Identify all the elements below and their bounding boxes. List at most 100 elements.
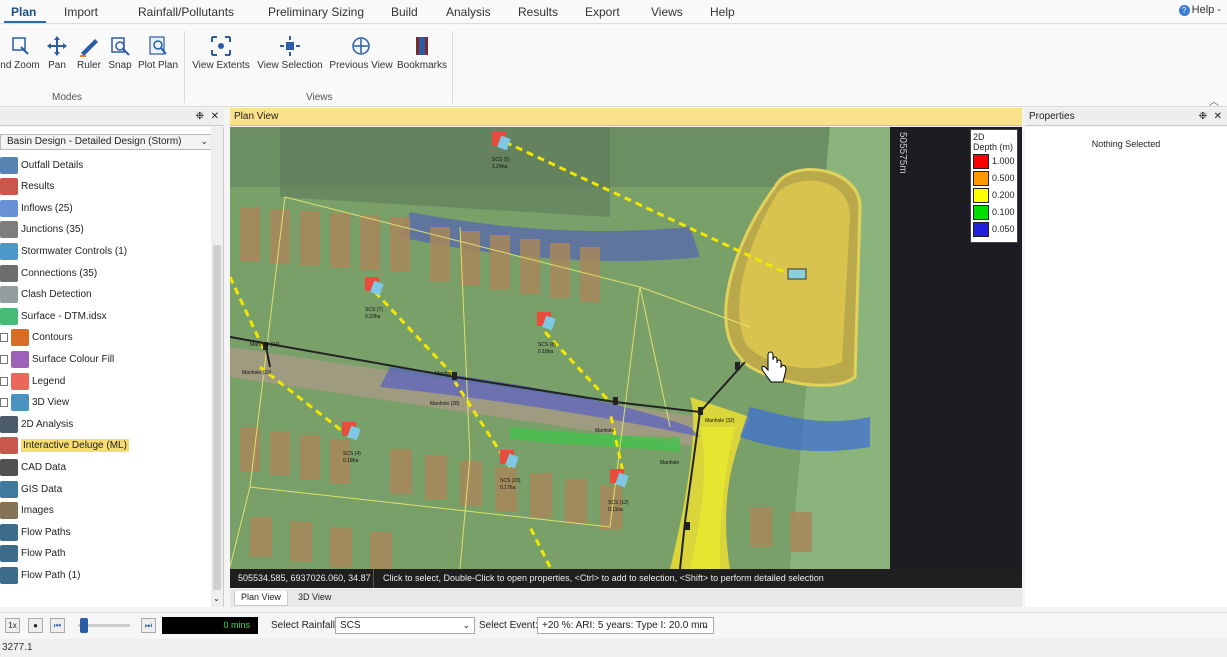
snap-button[interactable]: Snap xyxy=(108,35,132,71)
inflow-icon xyxy=(0,199,18,217)
tree-item[interactable]: Interactive Deluge (ML) xyxy=(0,436,129,456)
scs23-area: 0.17ha xyxy=(500,485,516,491)
rainfall-select[interactable]: SCS ⌄ xyxy=(335,617,475,634)
tree-item[interactable]: Surface - DTM.idsx xyxy=(0,306,107,326)
tree-item-label: Surface Colour Fill xyxy=(32,353,115,365)
view-selection-button[interactable]: View Selection xyxy=(256,35,324,71)
tree-panel-header: ❉ ✕ xyxy=(0,108,224,126)
menu-export[interactable]: Export xyxy=(585,5,620,19)
tab-plan-view[interactable]: Plan View xyxy=(234,591,288,606)
previous-view-icon xyxy=(352,37,370,55)
stormwater-icon xyxy=(0,242,18,260)
scroll-down-icon[interactable]: ⌄ xyxy=(213,594,220,603)
plot-plan-button[interactable]: Plot Plan xyxy=(138,35,178,71)
pin-icon[interactable]: ❉ xyxy=(1199,111,1207,122)
menu-import[interactable]: Import xyxy=(64,5,98,19)
tree-item-label: Surface - DTM.idsx xyxy=(21,310,107,322)
surface-icon xyxy=(0,307,18,325)
tree-item[interactable]: Inflows (25) xyxy=(0,198,73,218)
previous-view-button[interactable]: Previous View xyxy=(329,35,393,71)
bookmarks-label: Bookmarks xyxy=(397,60,448,71)
design-dropdown[interactable]: Basin Design - Detailed Design (Storm) ⌄ xyxy=(0,134,213,150)
mh-label: Manhole xyxy=(595,428,614,434)
tree-item-label: Flow Paths xyxy=(21,526,71,538)
tree-item[interactable]: Clash Detection xyxy=(0,285,92,305)
colour-fill-icon xyxy=(11,350,29,368)
tree-item[interactable]: Outfall Details xyxy=(0,155,83,175)
menu-results[interactable]: Results xyxy=(518,5,558,19)
tree-item[interactable]: Junctions (35) xyxy=(0,220,84,240)
help-icon: ? xyxy=(1178,5,1190,16)
speed-button[interactable]: 1x xyxy=(5,618,20,633)
map-canvas[interactable]: SCS (5)1.24ha SCS (7)0.23ha SCS (8)0.18h… xyxy=(230,127,1022,569)
select-rainfall-label: Select Rainfall: xyxy=(271,620,338,631)
zoom-button[interactable]: nd Zoom xyxy=(0,35,40,71)
menu-rainfall-pollutants[interactable]: Rainfall/Pollutants xyxy=(138,5,234,19)
pan-button[interactable]: Pan xyxy=(45,35,69,71)
tree-item[interactable]: Flow Path xyxy=(0,544,65,564)
stop-icon[interactable]: ● xyxy=(28,618,43,633)
zoom-window-icon xyxy=(12,37,29,55)
menu-views[interactable]: Views xyxy=(651,5,683,19)
contours-icon xyxy=(11,329,29,347)
footer-value: 3277.1 xyxy=(2,642,33,653)
mh-label: Manhole xyxy=(660,460,679,466)
menu-build[interactable]: Build xyxy=(391,5,418,19)
close-icon[interactable]: ✕ xyxy=(211,111,219,122)
active-menu-indicator xyxy=(4,21,46,23)
view-extents-button[interactable]: View Extents xyxy=(190,35,252,71)
tree-item[interactable]: Contours xyxy=(0,328,73,348)
scs7-area: 0.23ha xyxy=(365,314,381,320)
tree-item[interactable]: Stormwater Controls (1) xyxy=(0,241,127,261)
plot-plan-label: Plot Plan xyxy=(138,60,179,71)
view-tabs: Plan View 3D View xyxy=(230,589,1022,607)
tree-item[interactable]: GIS Data xyxy=(0,479,62,499)
chevron-down-icon: ⌄ xyxy=(462,620,470,630)
mh28-label: Manhole (28) xyxy=(430,401,460,407)
menu-help[interactable]: Help xyxy=(710,5,735,19)
legend-row: 0.100 xyxy=(973,204,1015,220)
bookmarks-button[interactable]: Bookmarks xyxy=(397,35,447,71)
tree-item[interactable]: Connections (35) xyxy=(0,263,97,283)
tab-3d-view[interactable]: 3D View xyxy=(292,591,337,606)
event-select[interactable]: +20 %: ARI: 5 years: Type I: 20.0 mm ⌄ xyxy=(537,617,714,634)
scs12-area: 0.11ha xyxy=(608,507,623,513)
tree-checkbox[interactable] xyxy=(0,333,8,343)
plot-plan-icon xyxy=(149,36,167,55)
tree-checkbox[interactable] xyxy=(0,398,8,408)
tree-checkbox[interactable] xyxy=(0,376,8,386)
view-extents-label: View Extents xyxy=(192,60,250,71)
help-link[interactable]: ? Help - xyxy=(1178,4,1221,16)
scroll-thumb[interactable] xyxy=(213,245,221,590)
slider-thumb[interactable] xyxy=(80,618,88,633)
tree-item[interactable]: 3D View xyxy=(0,393,69,413)
skip-end-icon[interactable]: ⏭ xyxy=(141,618,156,633)
tree-item[interactable]: 2D Analysis xyxy=(0,414,73,434)
scs23-label: SCS (23) xyxy=(500,478,521,484)
tree-item[interactable]: Surface Colour Fill xyxy=(0,349,114,369)
tree-item[interactable]: Legend xyxy=(0,371,65,391)
menu-analysis[interactable]: Analysis xyxy=(446,5,491,19)
menu-plan[interactable]: Plan xyxy=(11,5,36,19)
pin-icon[interactable]: ❉ xyxy=(196,111,204,122)
plan-view-map[interactable]: SCS (5) 1.24ha SCS (7) 0.23ha SCS (8) 0.18h… xyxy=(230,127,1022,569)
tree-item[interactable]: Images xyxy=(0,501,54,521)
gis-icon xyxy=(0,480,18,498)
tree-item[interactable]: Flow Path (1) xyxy=(0,565,80,585)
status-hint: Click to select, Double-Click to open pr… xyxy=(383,573,824,583)
tree-item[interactable]: Flow Paths xyxy=(0,522,70,542)
tree-item[interactable]: Results xyxy=(0,177,54,197)
menu-preliminary-sizing[interactable]: Preliminary Sizing xyxy=(268,5,364,19)
legend-value: 0.050 xyxy=(992,224,1015,234)
ruler-button[interactable]: Ruler xyxy=(76,35,102,71)
tree-item-label: Results xyxy=(21,181,55,193)
tree-item[interactable]: CAD Data xyxy=(0,457,66,477)
tree-checkbox[interactable] xyxy=(0,354,8,364)
tree-scrollbar[interactable]: ⌄ xyxy=(211,127,223,607)
skip-start-icon[interactable]: ⏮ xyxy=(50,618,65,633)
group-separator xyxy=(184,31,185,103)
close-icon[interactable]: ✕ xyxy=(1214,111,1222,122)
images-icon xyxy=(0,502,18,520)
legend-subtitle: Depth (m) xyxy=(973,142,1014,152)
collapse-ribbon-icon[interactable]: ︿ xyxy=(1209,93,1219,108)
